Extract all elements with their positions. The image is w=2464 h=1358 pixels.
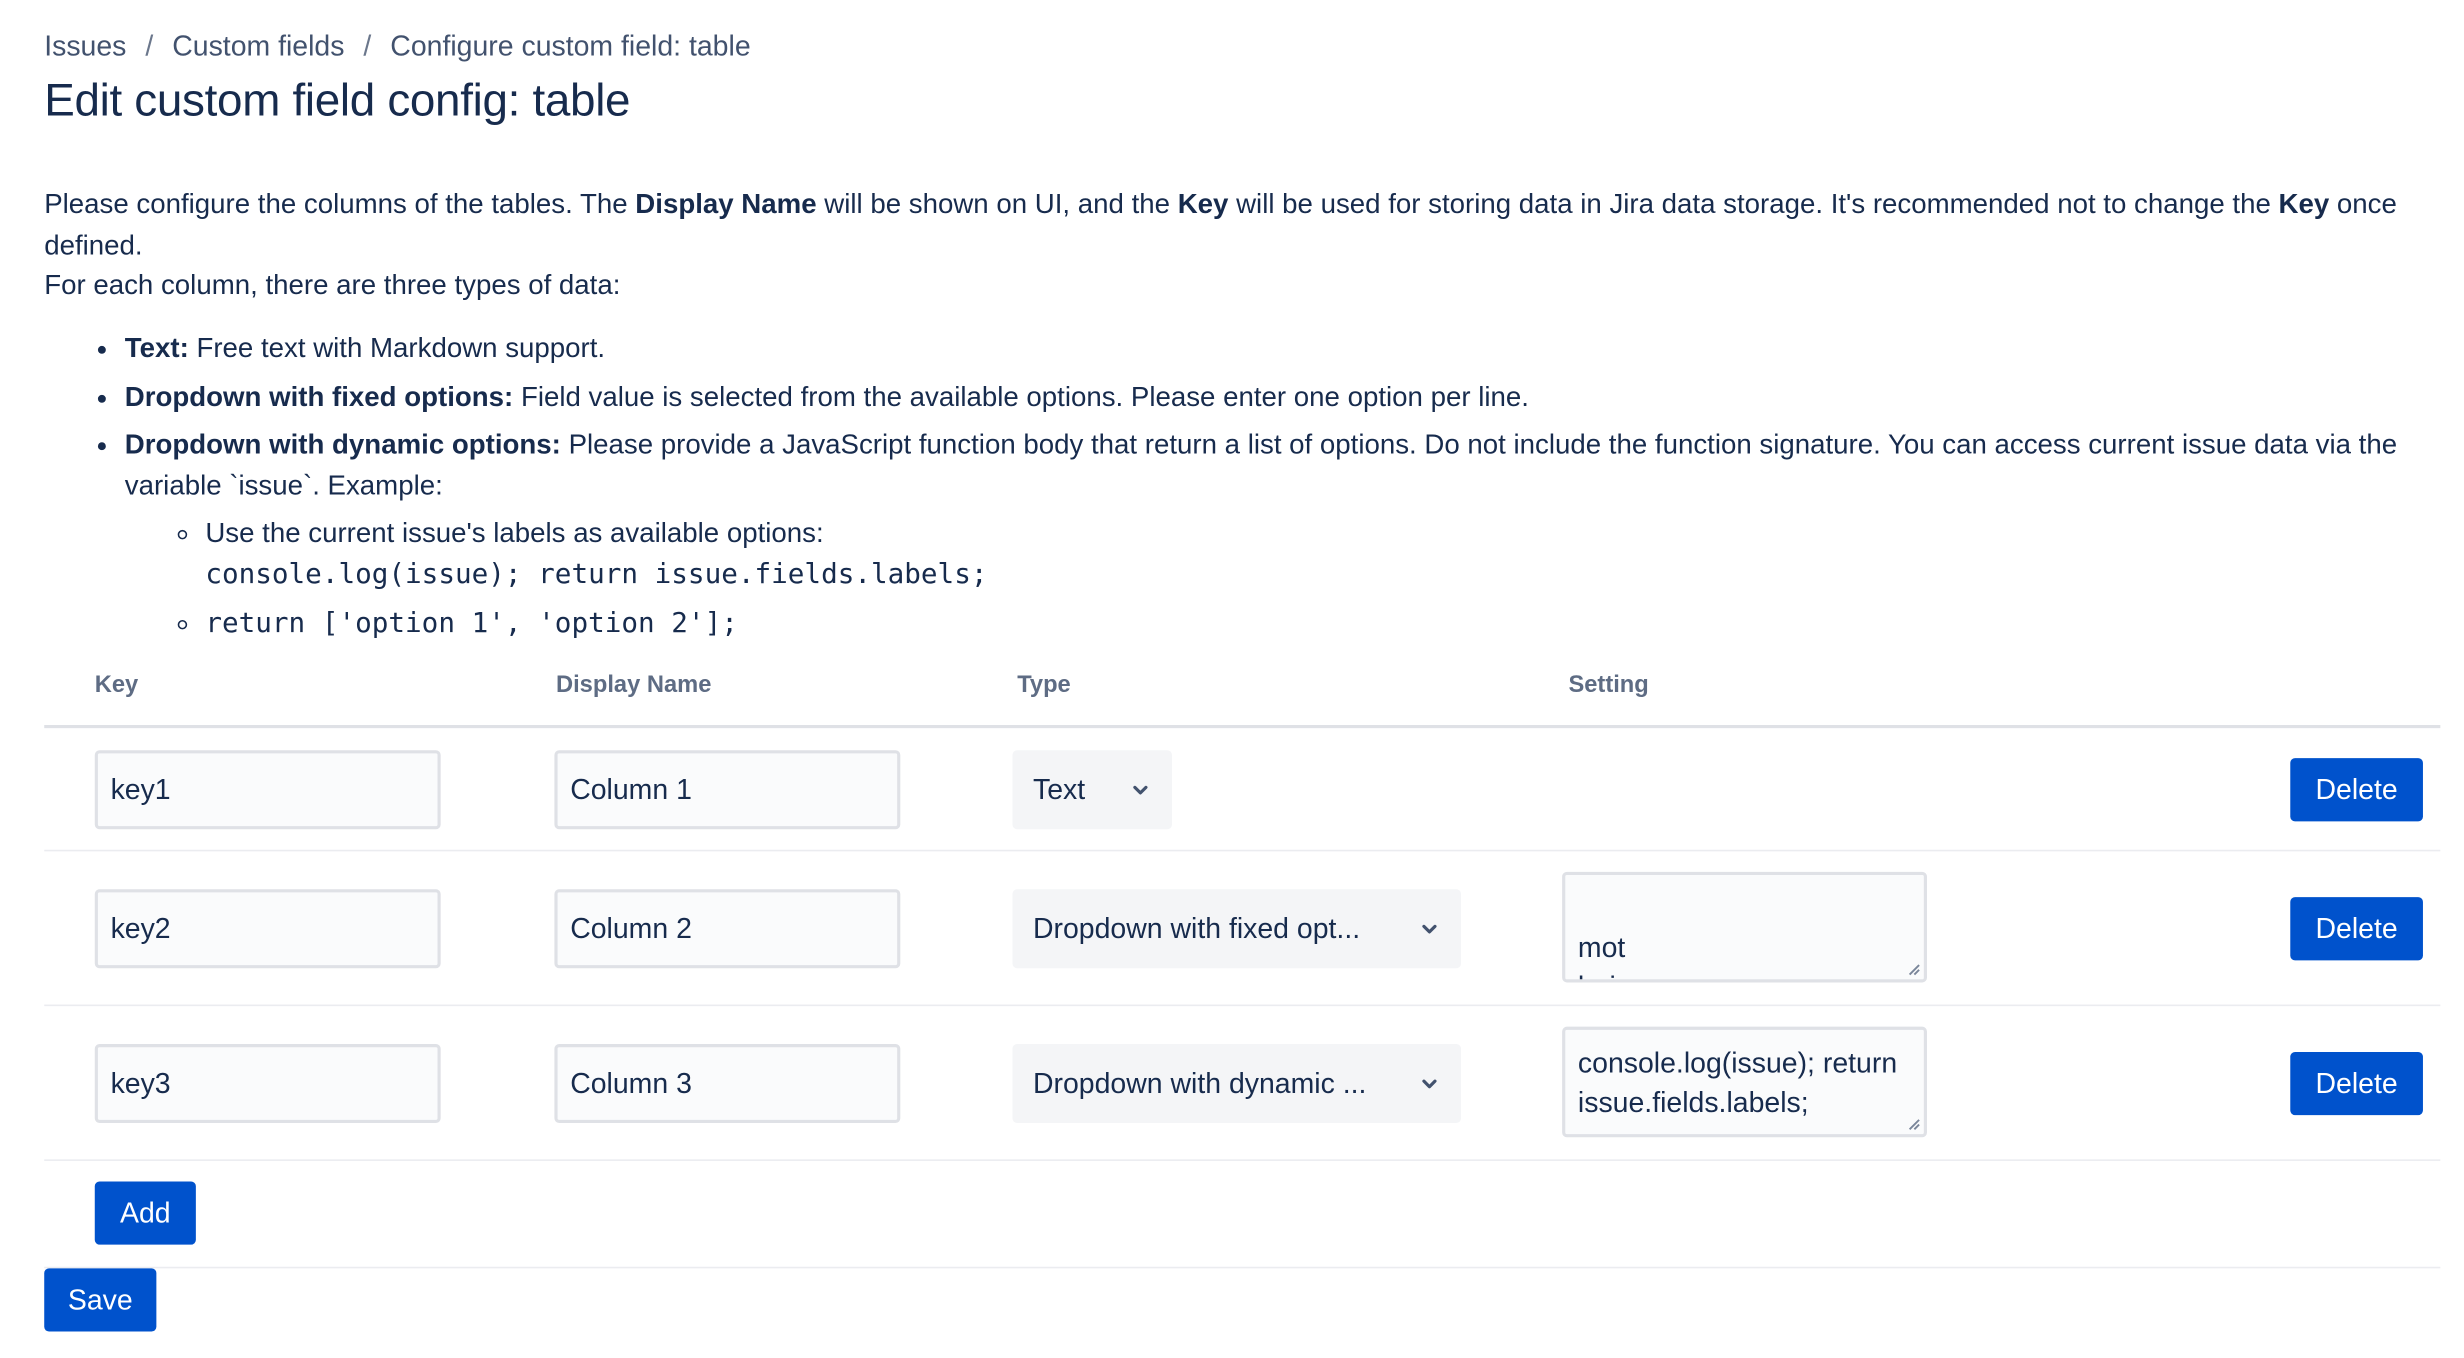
setting-textarea-value: console.log(issue); return issue.fields.… <box>1577 1047 1898 1119</box>
page: Issues / Custom fields / Configure custo… <box>0 0 2464 1358</box>
example-text: Use the current issue's labels as availa… <box>205 516 824 549</box>
column-header-display-name: Display Name <box>555 671 712 699</box>
setting-textarea[interactable]: mot hai <box>1562 871 1927 983</box>
data-type-item-fixed: Dropdown with fixed options: Field value… <box>125 377 2452 417</box>
delete-button[interactable]: Delete <box>2290 897 2423 961</box>
example-item: return ['option 1', 'option 2']; <box>205 603 2451 645</box>
key-input[interactable]: key3 <box>94 1044 441 1124</box>
column-header-type: Type <box>1017 671 1071 699</box>
setting-textarea[interactable]: console.log(issue); return issue.fields.… <box>1562 1026 1927 1138</box>
type-select-value: Dropdown with dynamic ... <box>1032 1066 1367 1099</box>
type-select-value: Text <box>1032 773 1086 805</box>
intro-text-segment: will be shown on UI, and the <box>816 187 1178 220</box>
intro-text-segment: Please configure the columns of the tabl… <box>44 187 636 220</box>
key-input[interactable]: key2 <box>94 889 441 969</box>
example-code: return ['option 1', 'option 2']; <box>205 608 738 640</box>
footer-divider <box>44 1266 2441 1269</box>
display-name-input[interactable]: Column 2 <box>554 889 901 969</box>
intro-text: Please configure the columns of the tabl… <box>44 185 2453 306</box>
save-button[interactable]: Save <box>44 1268 157 1332</box>
row-divider <box>44 1004 2441 1007</box>
example-item: Use the current issue's labels as availa… <box>205 513 2451 595</box>
display-name-input[interactable]: Column 3 <box>554 1044 901 1124</box>
data-type-description: Free text with Markdown support. <box>188 331 606 364</box>
breadcrumb-item-issues[interactable]: Issues <box>44 30 126 63</box>
chevron-down-icon <box>1422 924 1437 934</box>
delete-button[interactable]: Delete <box>2290 758 2423 822</box>
breadcrumb: Issues / Custom fields / Configure custo… <box>44 30 750 63</box>
data-type-description: Field value is selected from the availab… <box>513 379 1529 412</box>
examples-list: Use the current issue's labels as availa… <box>125 513 2452 645</box>
intro-bold-key: Key <box>2278 187 2330 220</box>
key-input[interactable]: key1 <box>94 750 441 830</box>
intro-bold-display-name: Display Name <box>635 187 817 220</box>
table-header-divider <box>44 724 2441 729</box>
type-select[interactable]: Text <box>1012 750 1172 830</box>
type-select[interactable]: Dropdown with fixed opt... <box>1012 889 1462 969</box>
example-code: console.log(issue); return issue.fields.… <box>205 558 988 590</box>
resize-grip-icon[interactable] <box>1905 1115 1921 1131</box>
column-header-setting: Setting <box>1568 671 1649 699</box>
chevron-down-icon <box>1133 785 1148 795</box>
page-title: Edit custom field config: table <box>44 75 631 127</box>
data-type-item-dynamic: Dropdown with dynamic options: Please pr… <box>125 425 2452 645</box>
type-select[interactable]: Dropdown with dynamic ... <box>1012 1044 1462 1124</box>
intro-bold-key: Key <box>1177 187 1229 220</box>
chevron-down-icon <box>1422 1079 1437 1089</box>
data-type-term: Text: <box>124 331 189 364</box>
resize-grip-icon[interactable] <box>1905 960 1921 976</box>
data-type-term: Dropdown with dynamic options: <box>124 428 561 460</box>
intro-paragraph: Please configure the columns of the tabl… <box>44 185 2453 266</box>
breadcrumb-item-custom-fields[interactable]: Custom fields <box>172 30 344 63</box>
delete-button[interactable]: Delete <box>2290 1051 2423 1116</box>
type-select-value: Dropdown with fixed opt... <box>1032 912 1361 944</box>
data-type-term: Dropdown with fixed options: <box>124 379 514 412</box>
row-divider <box>44 1159 2441 1161</box>
add-column-button[interactable]: Add <box>94 1181 196 1245</box>
intro-types-lead: For each column, there are three types o… <box>44 268 621 301</box>
row-divider <box>44 849 2441 852</box>
display-name-input[interactable]: Column 1 <box>554 750 901 830</box>
intro-text-segment: will be used for storing data in Jira da… <box>1228 187 2279 220</box>
data-types-list: Text: Free text with Markdown support. D… <box>82 329 2451 654</box>
column-header-key: Key <box>94 671 139 699</box>
breadcrumb-separator: / <box>363 30 372 62</box>
breadcrumb-separator: / <box>145 30 154 62</box>
setting-textarea-value: mot hai <box>1577 931 1626 979</box>
data-type-item-text: Text: Free text with Markdown support. <box>125 329 2452 369</box>
breadcrumb-item-configure-custom-field[interactable]: Configure custom field: table <box>390 30 750 63</box>
